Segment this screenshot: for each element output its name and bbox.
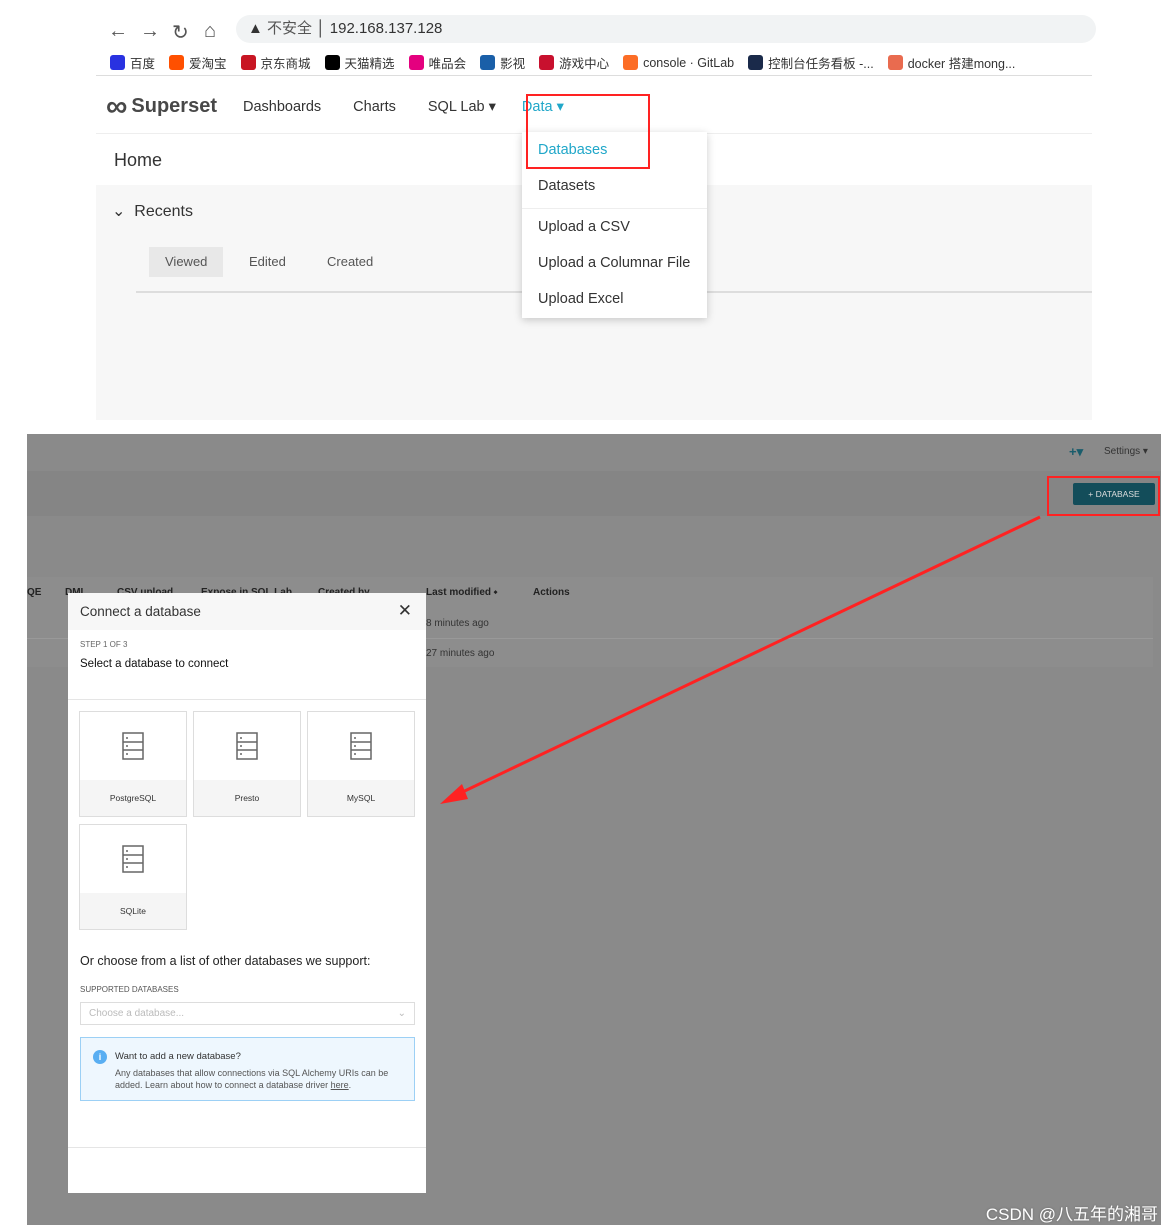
- arrow-head: [440, 784, 468, 804]
- annotation-arrow: [440, 515, 1041, 804]
- arrow-line: [451, 515, 1041, 799]
- watermark: CSDN @八五年的湘哥: [985, 1205, 1158, 1224]
